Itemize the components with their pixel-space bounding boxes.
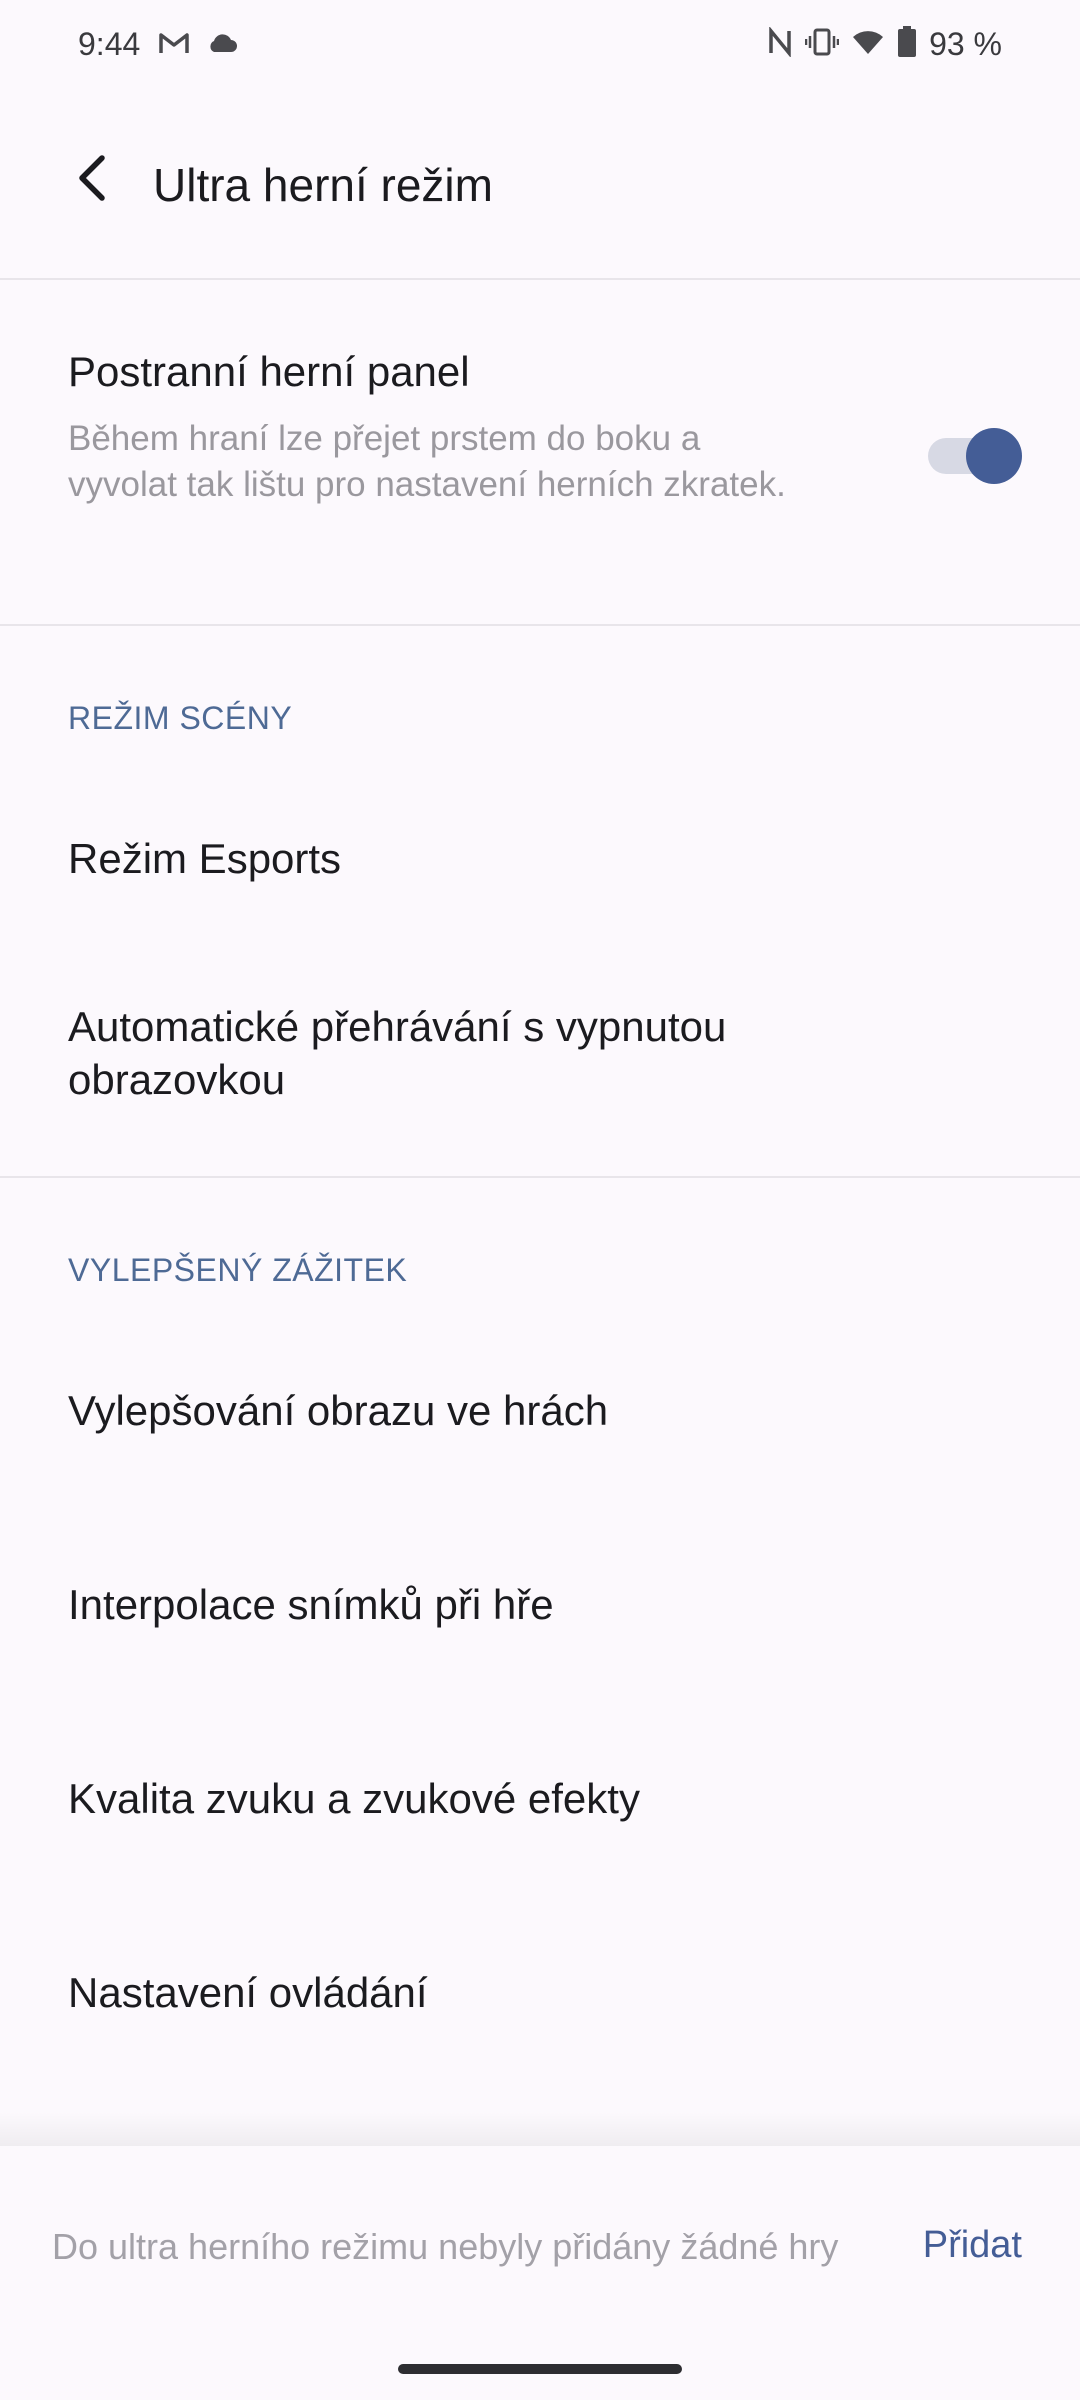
status-notification-icons: [158, 30, 238, 61]
list-item-label: Nastavení ovládání: [68, 1969, 428, 2016]
wifi-icon: [851, 28, 885, 61]
list-item-label: Vylepšování obrazu ve hrách: [68, 1387, 609, 1434]
battery-icon: [897, 26, 917, 63]
app-bar: Ultra herní režim: [0, 96, 1080, 280]
list-item-sound-quality[interactable]: Kvalita zvuku a zvukové efekty: [0, 1724, 1080, 1874]
gmail-icon: [158, 30, 190, 61]
side-game-panel-setting[interactable]: Postranní herní panel Během hraní lze př…: [0, 280, 1080, 626]
divider: [0, 1176, 1080, 1178]
list-item-label: Interpolace snímků při hře: [68, 1581, 554, 1628]
vibrate-icon: [804, 27, 840, 62]
status-bar: 9:44 93 %: [0, 0, 1080, 96]
add-game-button[interactable]: Přidat: [923, 2224, 1022, 2267]
list-item-label: Režim Esports: [68, 835, 342, 882]
battery-percentage: 93 %: [929, 26, 1002, 62]
back-button[interactable]: [56, 142, 128, 214]
bottom-bar: Do ultra herního režimu nebyly přidány ž…: [0, 2146, 1080, 2400]
section-header-enhanced-experience: VYLEPŠENÝ ZÁŽITEK: [68, 1252, 408, 1288]
side-panel-description: Během hraní lze přejet prstem do boku a …: [68, 419, 786, 504]
list-item-label: Kvalita zvuku a zvukové efekty: [68, 1775, 640, 1822]
back-arrow-icon: [79, 155, 105, 201]
bottom-bar-shadow: [0, 2112, 1080, 2146]
toggle-thumb: [966, 428, 1022, 484]
side-panel-toggle[interactable]: [928, 424, 1022, 488]
no-games-message: Do ultra herního režimu nebyly přidány ž…: [52, 2226, 839, 2267]
nfc-icon: [767, 26, 793, 62]
home-indicator[interactable]: [398, 2364, 682, 2374]
cloud-icon: [206, 32, 238, 59]
list-item-game-image-enhancement[interactable]: Vylepšování obrazu ve hrách: [0, 1336, 1080, 1486]
list-item-control-settings[interactable]: Nastavení ovládání: [0, 1918, 1080, 2068]
section-header-scene-mode: REŽIM SCÉNY: [68, 700, 293, 736]
list-item-frame-interpolation[interactable]: Interpolace snímků při hře: [0, 1530, 1080, 1680]
status-system-icons: 93 %: [767, 26, 1002, 63]
list-item-label: Automatické přehrávání s vypnutou obrazo…: [68, 1003, 727, 1103]
side-panel-title: Postranní herní panel: [68, 348, 470, 395]
list-item-auto-play-screen-off[interactable]: Automatické přehrávání s vypnutou obrazo…: [0, 964, 1080, 1174]
list-item-esports-mode[interactable]: Režim Esports: [0, 784, 1080, 934]
page-title: Ultra herní režim: [153, 159, 493, 211]
status-time: 9:44: [78, 26, 141, 62]
